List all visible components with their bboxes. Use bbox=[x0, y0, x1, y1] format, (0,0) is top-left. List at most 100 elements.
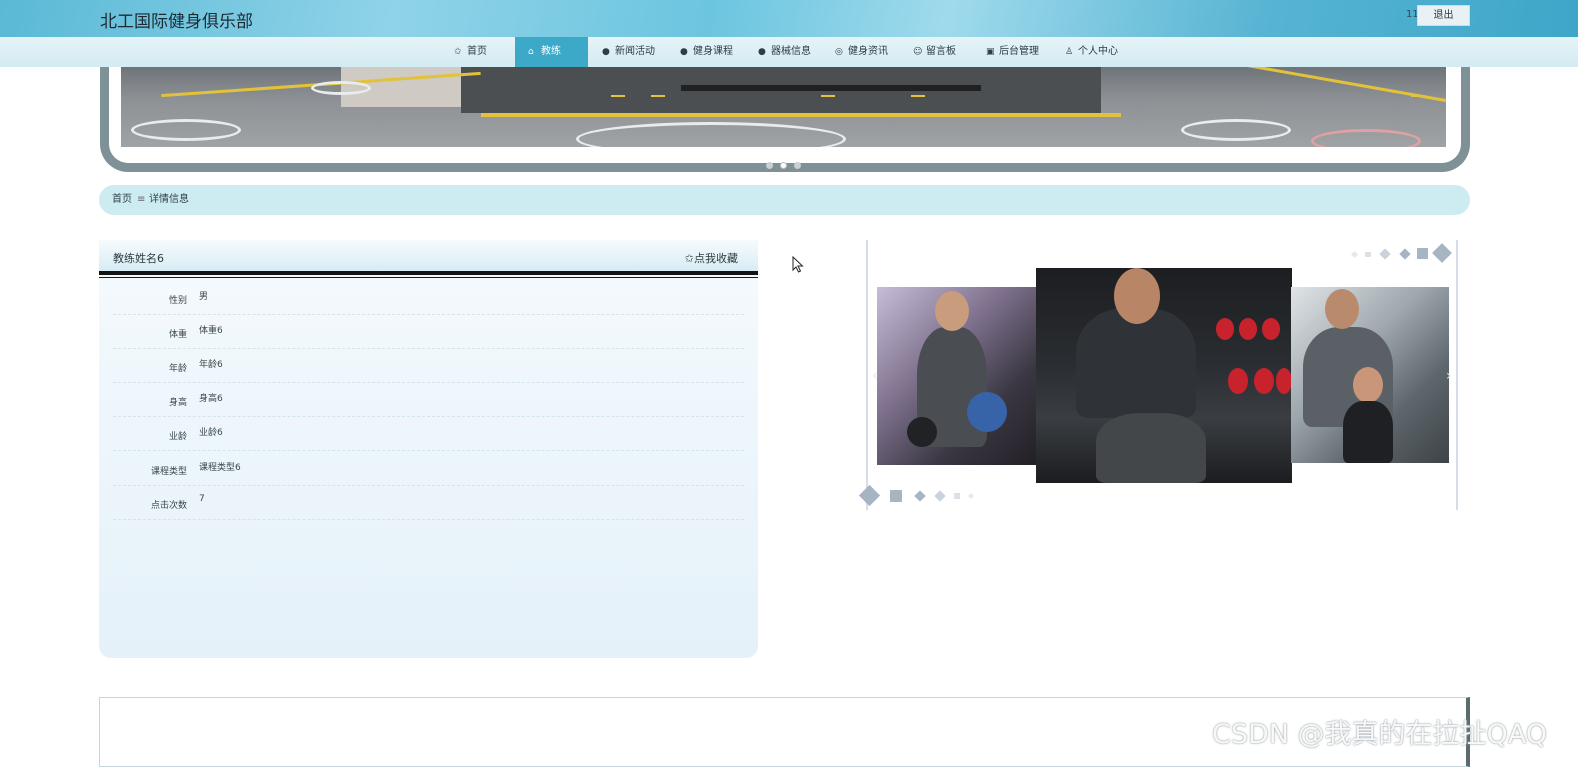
breadcrumb-separator-icon: ≡ bbox=[137, 194, 146, 205]
field-label: 课程类型 bbox=[150, 467, 187, 477]
nav-item-messages[interactable]: ☺ 留言板 bbox=[907, 37, 962, 67]
rack-dumbbell bbox=[1276, 368, 1292, 394]
nav-item-profile[interactable]: ♙ 个人中心 bbox=[1059, 37, 1124, 67]
decor-diamond-icon bbox=[914, 490, 926, 502]
breadcrumb: 首页 ≡ 详情信息 bbox=[99, 185, 1470, 215]
floor-dash bbox=[611, 95, 625, 97]
decor-diamond-icon bbox=[968, 493, 974, 499]
nav-label: 教练 bbox=[541, 46, 561, 57]
field-value: 7 bbox=[199, 494, 205, 504]
nav-item-news[interactable]: ● 新闻活动 bbox=[596, 37, 661, 67]
compass-icon: ◎ bbox=[835, 47, 843, 57]
site-title: 北工国际健身俱乐部 bbox=[100, 12, 253, 32]
info-icon: ● bbox=[602, 47, 610, 57]
field-label: 身高 bbox=[168, 398, 187, 408]
banner-carousel bbox=[100, 67, 1470, 172]
floor-dash bbox=[1411, 95, 1425, 97]
figure-head bbox=[1325, 289, 1359, 329]
figure-dumbbell bbox=[967, 392, 1007, 432]
coach-detail-panel: 教练姓名6 ✩点我收藏 性别 男 体重 体重6 年龄 年龄6 身高 身高6 业龄… bbox=[99, 240, 758, 658]
breadcrumb-current: 详情信息 bbox=[149, 194, 189, 205]
field-value: 业龄6 bbox=[199, 428, 223, 438]
figure-body bbox=[1076, 308, 1196, 418]
decor-diamond-icon bbox=[1432, 243, 1452, 263]
question-icon: ● bbox=[680, 47, 688, 57]
mouse-cursor-icon bbox=[792, 256, 804, 273]
star-icon: ✩ bbox=[454, 47, 462, 57]
figure-head bbox=[1353, 367, 1383, 403]
nav-label: 健身资讯 bbox=[848, 46, 888, 57]
carousel-dot[interactable] bbox=[766, 162, 773, 169]
floor-ring bbox=[1311, 129, 1421, 147]
nav-item-equipment[interactable]: ● 器械信息 bbox=[752, 37, 817, 67]
floor-ring bbox=[131, 119, 241, 141]
decor-diamond-icon bbox=[934, 490, 946, 502]
carousel-dot-active[interactable] bbox=[780, 162, 787, 169]
figure-legs bbox=[1096, 413, 1206, 483]
decor-square-icon bbox=[1365, 252, 1371, 257]
rack-dumbbell bbox=[1254, 368, 1274, 394]
field-label: 点击次数 bbox=[150, 501, 187, 511]
decor-diamond-icon bbox=[1379, 248, 1391, 260]
info-row-age: 年龄 年龄6 bbox=[113, 349, 744, 383]
field-value: 年龄6 bbox=[199, 360, 223, 370]
info-row-experience: 业龄 业龄6 bbox=[113, 417, 744, 451]
smile-icon: ☺ bbox=[913, 47, 923, 57]
watermark: CSDN @我真的在拉扯QAQ bbox=[1212, 719, 1548, 750]
field-label: 性别 bbox=[168, 296, 187, 306]
decor-square-icon bbox=[954, 493, 960, 499]
rack-dumbbell bbox=[1228, 368, 1248, 394]
figure-head bbox=[1114, 268, 1160, 324]
gift-icon: ▣ bbox=[986, 47, 995, 57]
info-row-gender: 性别 男 bbox=[113, 281, 744, 315]
field-value: 课程类型6 bbox=[199, 463, 241, 473]
breadcrumb-home[interactable]: 首页 bbox=[112, 185, 132, 215]
figure-body bbox=[1343, 401, 1393, 463]
nav-item-articles[interactable]: ◎ 健身资讯 bbox=[829, 37, 894, 67]
floor-ring bbox=[1181, 119, 1291, 141]
main-nav: ✩ 首页 ⌂ 教练 ● 新闻活动 ● 健身课程 ● 器械信息 ◎ 健身资讯 ☺ 留言板 ▣ 后台… bbox=[0, 37, 1578, 67]
field-label: 业龄 bbox=[168, 432, 187, 442]
nav-item-admin[interactable]: ▣ 后台管理 bbox=[980, 37, 1045, 67]
nav-item-home[interactable]: ✩ 首页 bbox=[448, 37, 493, 67]
nav-label: 后台管理 bbox=[999, 46, 1039, 57]
gallery-photo-active[interactable] bbox=[1036, 268, 1292, 483]
decor-diamond-icon bbox=[1399, 248, 1411, 260]
bag-icon: ⌂ bbox=[528, 47, 534, 57]
detail-header: 教练姓名6 ✩点我收藏 bbox=[99, 240, 758, 278]
carousel-dot[interactable] bbox=[794, 162, 801, 169]
gallery-photo[interactable] bbox=[1291, 287, 1449, 463]
decor-diamond-icon bbox=[1350, 250, 1359, 259]
field-value: 男 bbox=[199, 292, 209, 302]
field-label: 体重 bbox=[168, 330, 187, 340]
nav-label: 留言板 bbox=[926, 46, 956, 57]
floor-ring bbox=[576, 122, 846, 147]
rack-dumbbell bbox=[1216, 318, 1234, 340]
gallery-photo[interactable] bbox=[877, 287, 1037, 465]
nav-label: 新闻活动 bbox=[615, 46, 655, 57]
decor-square-icon bbox=[1417, 248, 1428, 259]
nav-item-coach[interactable]: ⌂ 教练 bbox=[515, 37, 588, 67]
logout-button[interactable]: 退出 bbox=[1417, 5, 1470, 26]
figure-dumbbell bbox=[907, 417, 937, 447]
decor-square-icon bbox=[890, 490, 902, 502]
floor-ring bbox=[311, 81, 371, 95]
figure-head bbox=[935, 291, 969, 331]
info-row-course-type: 课程类型 课程类型6 bbox=[113, 452, 744, 486]
coach-photo-gallery: ‹ › bbox=[858, 240, 1458, 510]
chevron-right-icon[interactable]: › bbox=[1446, 368, 1462, 392]
field-label: 年龄 bbox=[168, 364, 187, 374]
floor-dash bbox=[911, 95, 925, 97]
favorite-button[interactable]: ✩点我收藏 bbox=[685, 250, 738, 266]
chevron-left-icon[interactable]: ‹ bbox=[872, 368, 888, 392]
info-row-click-count: 点击次数 7 bbox=[113, 486, 744, 520]
floor-dash bbox=[821, 95, 835, 97]
rack-dumbbell bbox=[1239, 318, 1257, 340]
user-icon: ♙ bbox=[1065, 47, 1074, 57]
coach-name: 教练姓名6 bbox=[113, 252, 164, 265]
nav-label: 首页 bbox=[467, 46, 487, 57]
nav-label: 健身课程 bbox=[693, 46, 733, 57]
gym-bench bbox=[681, 85, 981, 91]
field-value: 体重6 bbox=[199, 326, 223, 336]
nav-item-courses[interactable]: ● 健身课程 bbox=[674, 37, 739, 67]
